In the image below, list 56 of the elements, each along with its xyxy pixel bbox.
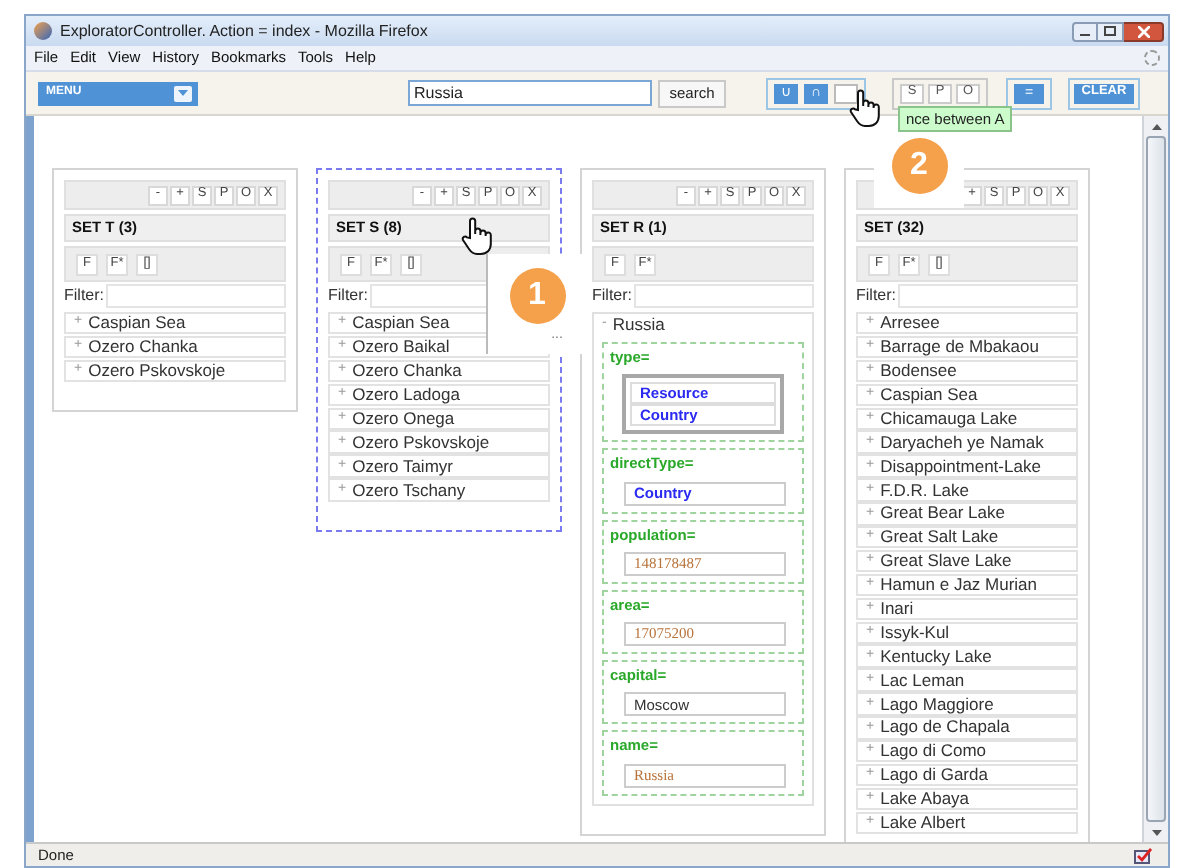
filter-field[interactable] bbox=[106, 284, 286, 308]
item-label[interactable]: Ozero Baikal bbox=[352, 334, 450, 360]
item-label[interactable]: Ozero Chanka bbox=[88, 334, 198, 360]
maximize-button[interactable] bbox=[1098, 21, 1124, 41]
close-button[interactable] bbox=[1124, 21, 1164, 41]
item-label[interactable]: Great Slave Lake bbox=[880, 548, 1012, 574]
item-label[interactable]: Lago di Garda bbox=[880, 762, 988, 788]
filter-label: Filter: bbox=[328, 284, 368, 308]
item-label[interactable]: Lake Abaya bbox=[880, 786, 970, 812]
activity-icon bbox=[1144, 50, 1160, 66]
item-label[interactable]: Lago Maggiore bbox=[880, 691, 994, 717]
item-label[interactable]: Disappointment-Lake bbox=[880, 453, 1041, 479]
item-label[interactable]: F.D.R. Lake bbox=[880, 477, 969, 503]
blank-button[interactable] bbox=[834, 83, 858, 103]
browser-logo-icon bbox=[34, 22, 52, 40]
minimize-icon bbox=[1080, 33, 1090, 35]
item-label[interactable]: Ozero Pskovskoje bbox=[352, 429, 490, 456]
item-label[interactable]: Bodensee bbox=[880, 358, 957, 384]
filter-field[interactable] bbox=[634, 284, 814, 308]
item-label[interactable]: Lago de Chapala bbox=[880, 714, 1010, 741]
item-label[interactable]: Caspian Sea bbox=[880, 382, 978, 408]
item-label[interactable]: Ozero Ladoga bbox=[352, 382, 460, 408]
item-label[interactable]: Great Bear Lake bbox=[880, 500, 1005, 527]
item-label[interactable]: Arresee bbox=[880, 310, 940, 337]
status-check-icon bbox=[1134, 847, 1152, 863]
item-label[interactable]: Lac Leman bbox=[880, 667, 965, 693]
item-label[interactable]: Ozero Taimyr bbox=[352, 453, 453, 479]
item-label[interactable]: Russia bbox=[612, 312, 665, 338]
minimize-button[interactable] bbox=[1072, 21, 1098, 41]
item-label[interactable]: Lago di Como bbox=[880, 738, 987, 765]
item-label[interactable]: Issyk-Kul bbox=[880, 619, 950, 646]
item-label[interactable]: Caspian Sea bbox=[88, 310, 186, 337]
item-label[interactable]: Hamun e Jaz Murian bbox=[880, 572, 1038, 598]
item-label[interactable]: Daryacheh ye Namak bbox=[880, 429, 1044, 456]
caret-icon bbox=[174, 85, 192, 101]
filter-label: Filter: bbox=[856, 284, 896, 308]
item-label[interactable]: Barrage de Mbakaou bbox=[880, 334, 1039, 360]
filter-field[interactable] bbox=[898, 284, 1078, 308]
item-label[interactable]: Lake Albert bbox=[880, 810, 966, 836]
step-badge: 1 bbox=[509, 268, 565, 324]
search-field[interactable]: Russia bbox=[408, 80, 652, 106]
item-label[interactable]: Ozero Tschany bbox=[352, 477, 466, 503]
filter-label: Filter: bbox=[64, 284, 104, 308]
window-title: ExploratorController. Action = index - Mozilla Firefox bbox=[60, 19, 428, 43]
item-label[interactable]: Great Salt Lake bbox=[880, 524, 999, 551]
item-label[interactable]: Chicamauga Lake bbox=[880, 405, 1018, 432]
item-label[interactable]: Ozero Onega bbox=[352, 405, 455, 432]
filter-label: Filter: bbox=[592, 284, 632, 308]
maximize-icon bbox=[1104, 26, 1116, 36]
item-label[interactable]: Inari bbox=[880, 596, 914, 622]
item-label[interactable]: Caspian Sea bbox=[352, 310, 450, 337]
item-label[interactable]: Kentucky Lake bbox=[880, 643, 992, 670]
step-badge: 2 bbox=[891, 138, 947, 194]
close-icon bbox=[1137, 25, 1149, 37]
item-label[interactable]: Ozero Pskovskoje bbox=[88, 358, 226, 384]
item-label[interactable]: Ozero Chanka bbox=[352, 358, 462, 384]
